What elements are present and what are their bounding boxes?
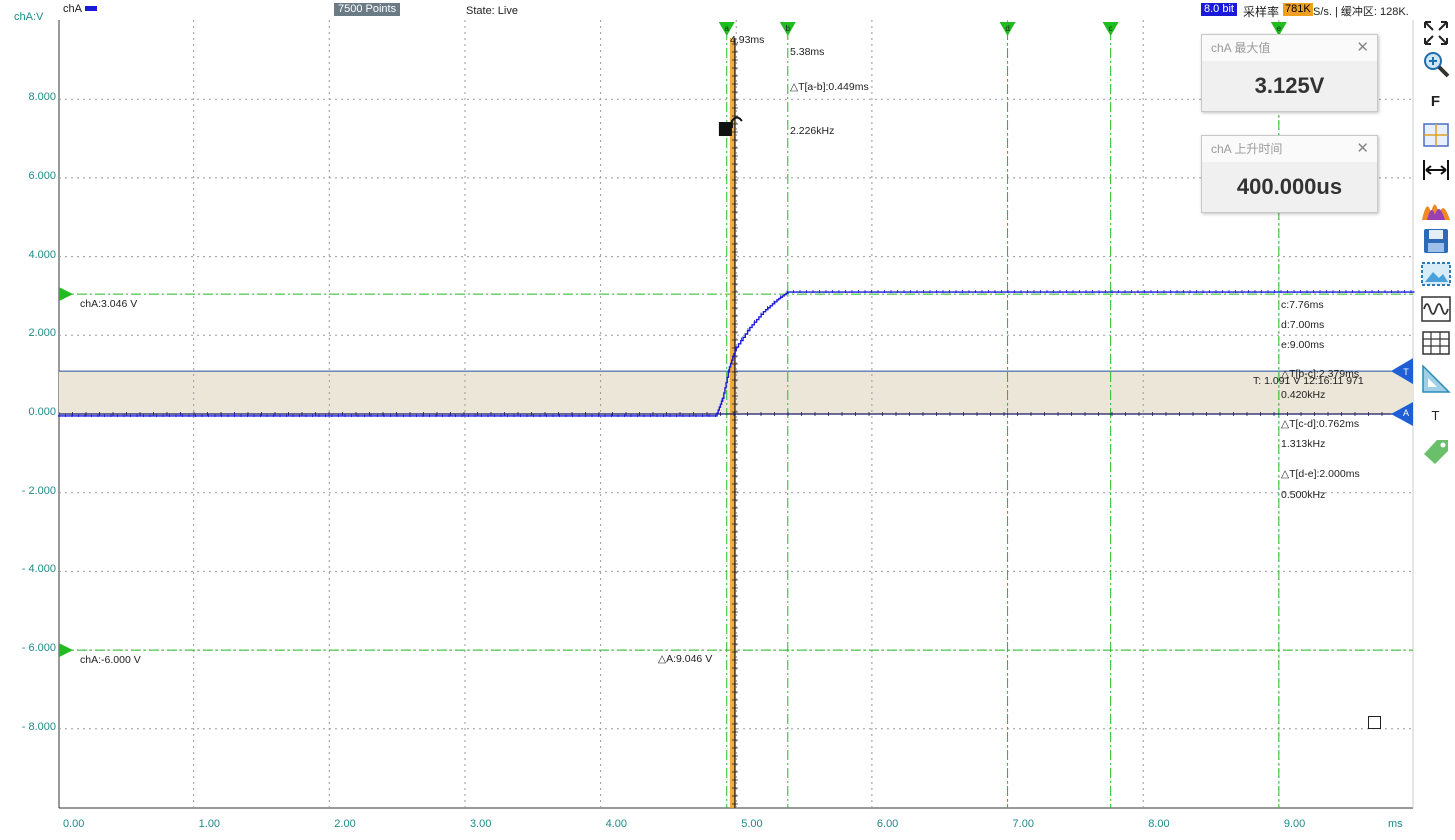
cursor-b-time: 5.38ms: [790, 46, 825, 58]
horizontal-cursor-handle[interactable]: [59, 287, 73, 302]
font-icon[interactable]: F: [1419, 86, 1452, 116]
delta-t-de: △T[d-e]:2.000ms: [1281, 468, 1360, 480]
y-tick-label: - 4.000: [21, 563, 56, 576]
x-tick-label: 6.00: [876, 818, 899, 830]
text-tool-icon[interactable]: T: [1419, 400, 1452, 430]
oscilloscope-plot[interactable]: a b d c e T A: [0, 0, 1418, 840]
y-tick-label: 4.000: [28, 248, 56, 261]
panel-value: 3.125V: [1254, 73, 1325, 98]
zoom-icon[interactable]: [1419, 50, 1452, 80]
x-tick-label: 5.00: [741, 818, 763, 830]
cursor-a-time: 4.93ms: [730, 34, 765, 46]
cursor-d-time: d:7.00ms: [1281, 319, 1325, 331]
right-toolbar: F T: [1418, 0, 1455, 840]
vertical-cursor-letter: e: [1277, 24, 1282, 33]
ruler-icon[interactable]: [1419, 364, 1452, 394]
x-tick-label: 1.00: [198, 818, 221, 830]
cursor-e-time: e:9.00ms: [1281, 339, 1325, 351]
y-tick-label: 8.000: [28, 91, 56, 104]
y-tick-label: - 2.000: [21, 484, 56, 497]
x-tick-label: 3.00: [469, 818, 492, 830]
x-tick-label: 7.00: [1012, 818, 1034, 830]
y-tick-label: - 6.000: [21, 642, 56, 655]
delta-t-ab: △T[a-b]:0.449ms: [790, 81, 869, 93]
y-tick-label: 6.000: [28, 169, 56, 182]
freq-cd: 1.313kHz: [1281, 438, 1326, 450]
freq-de: 0.500kHz: [1281, 489, 1326, 501]
delta-t-cd: △T[c-d]:0.762ms: [1281, 418, 1360, 430]
vertical-cursor-letter: d: [1005, 24, 1009, 33]
save-icon[interactable]: [1419, 226, 1452, 256]
fit-screen-icon[interactable]: [1419, 18, 1452, 48]
grid-table-icon[interactable]: [1419, 328, 1452, 358]
font-icon-label: F: [1430, 92, 1441, 110]
rise-time-panel[interactable]: chA 上升时间 ✕ 400.000us: [1201, 135, 1378, 213]
spectrum-icon[interactable]: [1419, 192, 1452, 222]
close-icon[interactable]: ✕: [1356, 136, 1369, 162]
trigger-readout: T: 1.091 V 12:16:11 971: [1253, 375, 1364, 387]
panel-title-text: chA 上升时间: [1211, 142, 1283, 156]
lock-square-icon[interactable]: [718, 122, 732, 136]
max-value-panel[interactable]: chA 最大值 ✕ 3.125V: [1201, 34, 1378, 112]
delta-a-readout: △A:9.046 V: [658, 653, 713, 665]
y-tick-label: 2.000: [28, 327, 56, 340]
cursor-c-time: c:7.76ms: [1281, 299, 1324, 311]
vertical-cursor-letter: b: [786, 24, 791, 33]
zoom-checkbox[interactable]: [1368, 716, 1381, 729]
zero-marker-letter: A: [1403, 408, 1409, 418]
x-tick-label: 9.00: [1283, 818, 1306, 830]
cursor-cross-icon[interactable]: [1419, 120, 1452, 150]
text-tool-label: T: [1431, 407, 1440, 423]
panel-title: chA 上升时间 ✕: [1202, 136, 1377, 162]
vertical-cursor-letter: c: [1109, 24, 1113, 33]
panel-title: chA 最大值 ✕: [1202, 35, 1377, 61]
panel-value: 400.000us: [1236, 174, 1343, 199]
x-tick-label: 2.00: [334, 818, 356, 830]
vertical-cursor-letter: a: [725, 24, 730, 33]
close-icon[interactable]: ✕: [1356, 35, 1369, 61]
trigger-marker-letter: T: [1403, 367, 1409, 377]
x-tick-label: 4.00: [605, 818, 628, 830]
x-tick-label: 8.00: [1148, 818, 1170, 830]
x-axis-unit: ms: [1388, 818, 1403, 830]
horizontal-cursor-handle[interactable]: [59, 643, 73, 658]
hcursor-lower-label: chA:-6.000 V: [80, 654, 141, 666]
y-tick-label: - 8.000: [21, 720, 56, 733]
y-tick-label: 0.000: [28, 406, 56, 418]
measure-width-icon[interactable]: [1419, 155, 1452, 185]
freq-bc: 0.420kHz: [1281, 389, 1326, 401]
panel-title-text: chA 最大值: [1211, 41, 1271, 55]
screenshot-icon[interactable]: [1419, 259, 1452, 289]
tag-icon[interactable]: [1419, 436, 1452, 466]
x-tick-label: 0.00: [63, 818, 85, 830]
waveform-icon[interactable]: [1419, 294, 1452, 324]
hcursor-upper-label: chA:3.046 V: [80, 298, 138, 310]
freq-ab: 2.226kHz: [790, 125, 835, 137]
